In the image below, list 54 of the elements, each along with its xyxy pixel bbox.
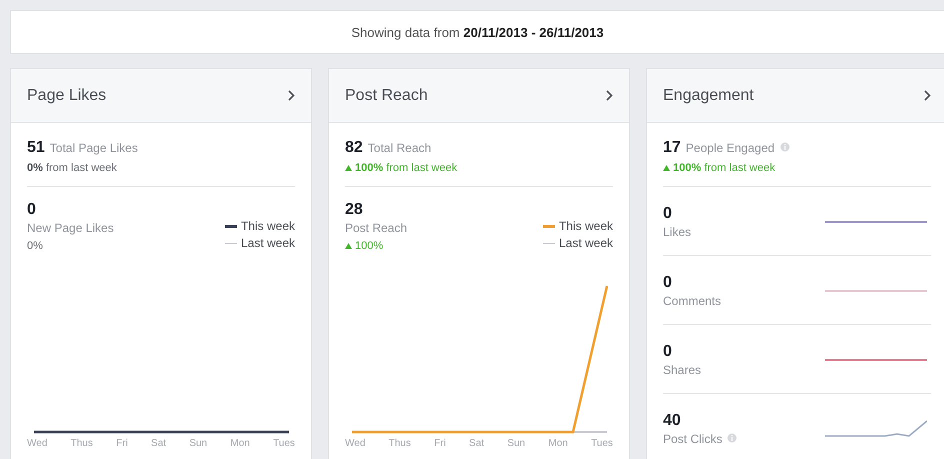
card-title: Page Likes [27,86,106,104]
change-text: 100% [355,240,384,252]
card-header[interactable]: Post Reach [329,69,629,123]
day-label: Wed [27,438,48,449]
change-text: 0% from last week [27,162,117,174]
metric-label: Shares [663,363,702,377]
chevron-right-icon[interactable] [606,90,613,101]
change-text: 100% from last week [355,162,458,174]
card-title: Engagement [663,86,754,104]
total-value: 82 [345,139,363,157]
legend-item: Last week [542,236,613,250]
metric-label: Post Reach [345,221,408,235]
metric-label: New Page Likes [27,221,114,235]
metric-value: 40 [663,412,682,430]
card-title: Post Reach [345,86,428,104]
metric-label: Likes [663,225,692,239]
metric-value: 0 [27,201,37,219]
up-arrow-icon [345,243,352,249]
total-label: Total Page Likes [50,141,138,155]
metric-label: Comments [663,294,722,308]
day-label: Thus [70,438,93,449]
day-label: Sun [507,438,526,449]
day-label: Wed [345,438,366,449]
day-label: Sat [469,438,484,449]
day-label: Thus [388,438,411,449]
day-label: Fri [434,438,446,449]
date-range-text: Showing data from 20/11/2013 - 26/11/2013 [351,24,604,40]
metric-value: 28 [345,201,364,219]
change-text: 100% from last week [673,162,776,174]
change-text: 0% [27,240,43,252]
day-label: Sun [189,438,208,449]
total-label: Total Reach [368,141,432,155]
total-value: 51 [27,139,45,157]
up-arrow-icon [663,165,670,171]
day-label: Tues [273,438,295,449]
card-header[interactable]: Page Likes [11,69,311,123]
metric-label: Post Clicks [663,432,722,446]
day-label: Mon [230,438,250,449]
chevron-right-icon[interactable] [924,90,931,101]
legend-item: This week [542,219,613,233]
legend-item: Last week [224,236,295,250]
day-label: Fri [116,438,128,449]
metric-value: 0 [663,205,673,223]
day-label: Sat [151,438,166,449]
day-label: Mon [548,438,568,449]
total-label: People Engaged [686,141,775,155]
metric-value: 0 [663,343,673,361]
day-label: Tues [591,438,613,449]
total-value: 17 [663,139,681,157]
metric-value: 0 [663,274,673,292]
legend-item: This week [224,219,295,233]
chevron-right-icon[interactable] [288,90,295,101]
up-arrow-icon [345,165,352,171]
card-header[interactable]: Engagement [647,69,944,123]
